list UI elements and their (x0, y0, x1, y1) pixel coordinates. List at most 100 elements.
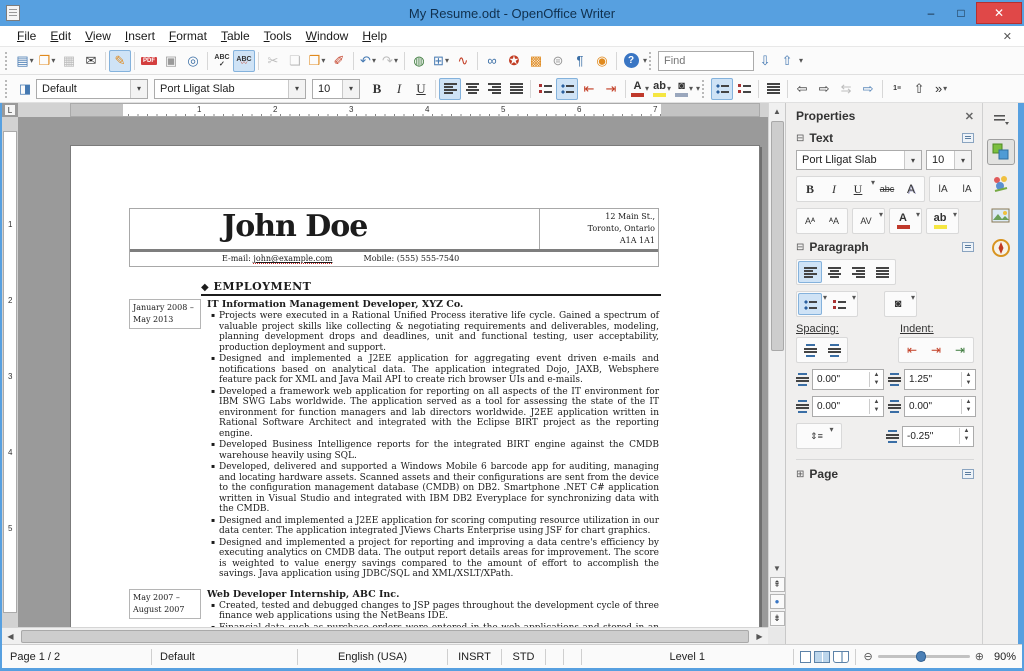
menu-file[interactable]: File (10, 27, 43, 45)
indent-before-field[interactable]: 1.25"▲▼ (904, 369, 976, 390)
paragraph-section-header[interactable]: ⊟ Paragraph (796, 240, 974, 254)
minimize-button[interactable]: – (916, 3, 946, 23)
tab-gallery[interactable] (987, 203, 1015, 229)
find-replace-button[interactable]: ∞ (481, 50, 503, 72)
character-spacing-button[interactable]: AV (854, 210, 878, 232)
collapse-icon[interactable]: ⊟ (796, 242, 804, 253)
sidebar-align-right-button[interactable] (846, 261, 870, 283)
cut-button[interactable]: ✂ (262, 50, 284, 72)
close-button[interactable]: ✕ (976, 2, 1022, 24)
promote-level-button[interactable]: ⇦ (791, 78, 813, 100)
text-dialog-launcher-icon[interactable] (962, 133, 974, 143)
next-page-button[interactable]: ⇟ (770, 611, 785, 626)
navigation-button[interactable]: ● (770, 594, 785, 609)
spelling-button[interactable]: ABC✓ (211, 50, 233, 72)
dropdown-arrow-icon[interactable]: ▾ (911, 293, 915, 315)
dropdown-arrow-icon[interactable]: ▾ (953, 210, 957, 232)
print-button[interactable]: ▣ (160, 50, 182, 72)
menu-window[interactable]: Window (299, 27, 356, 45)
toolbar-overflow-arrow[interactable]: ▾ (696, 84, 700, 93)
menu-format[interactable]: Format (162, 27, 214, 45)
insert-table-button[interactable]: ⊞▾ (430, 50, 452, 72)
toolbar-grip[interactable] (5, 80, 10, 98)
selection-mode-indicator[interactable]: STD (502, 649, 546, 665)
increase-spacing-button[interactable] (798, 339, 822, 361)
zoom-percentage[interactable]: 90% (992, 651, 1022, 663)
help-button[interactable]: ? (620, 50, 642, 72)
demote-subpoints-button[interactable] (762, 78, 784, 100)
copy-button[interactable]: ❏ (284, 50, 306, 72)
undo-button[interactable]: ↶▾ (357, 50, 379, 72)
toolbar-grip[interactable] (5, 52, 10, 70)
justify-button[interactable] (505, 78, 527, 100)
shrink-font-button[interactable]: ᴬA (822, 210, 846, 232)
menu-tools[interactable]: Tools (257, 27, 299, 45)
vertical-scroll-thumb[interactable] (771, 121, 784, 351)
line-spacing-button[interactable]: ⇕≡ (804, 425, 828, 447)
text-section-header[interactable]: ⊟ Text (796, 131, 974, 145)
bullet-list-button[interactable] (556, 78, 578, 100)
move-up-button[interactable]: ⇧ (908, 78, 930, 100)
sidebar-underline-button[interactable]: U (846, 178, 870, 200)
document-modified-indicator[interactable] (546, 649, 564, 665)
switch-indent-button[interactable]: ⇥ (948, 339, 972, 361)
tab-navigator[interactable] (987, 235, 1015, 261)
document-close-icon[interactable]: ✕ (999, 30, 1016, 43)
spinner-arrows[interactable]: ▲▼ (869, 372, 883, 388)
multi-page-view-icon[interactable] (814, 651, 830, 663)
tab-styles[interactable] (987, 171, 1015, 197)
grow-font-button[interactable]: Aᴬ (798, 210, 822, 232)
sidebar-font-name-select[interactable]: Port Lligat Slab▾ (796, 150, 922, 170)
spinner-arrows[interactable]: ▲▼ (961, 372, 975, 388)
demote-with-subpoints-button[interactable]: ⇨ (857, 78, 879, 100)
find-toolbar-overflow-arrow[interactable]: ▾ (799, 56, 803, 65)
sidebar-lowercase-button[interactable]: ǀA (955, 178, 979, 200)
signature-indicator[interactable] (564, 649, 582, 665)
spinner-arrows[interactable]: ▲▼ (869, 399, 883, 415)
bullets-toolbar-overflow[interactable]: »▾ (930, 78, 952, 100)
decrease-indent-button[interactable]: ⇤ (578, 78, 600, 100)
zoom-in-icon[interactable]: ⊕ (975, 650, 984, 663)
autospellcheck-button[interactable]: ABC〰 (233, 50, 255, 72)
redo-button[interactable]: ↷▾ (379, 50, 401, 72)
underline-button[interactable]: U (410, 78, 432, 100)
bullets-on-off-button[interactable] (711, 78, 733, 100)
scroll-up-icon[interactable]: ▲ (769, 103, 786, 119)
sidebar-increase-indent-button[interactable]: ⇥ (924, 339, 948, 361)
paragraph-dialog-launcher-icon[interactable] (962, 242, 974, 252)
find-previous-button[interactable]: ⇧ (776, 50, 798, 72)
spinner-arrows[interactable]: ▲▼ (961, 399, 975, 415)
menu-insert[interactable]: Insert (118, 27, 162, 45)
menu-table[interactable]: Table (214, 27, 257, 45)
horizontal-ruler[interactable]: 1 2 3 4 5 6 7 (18, 103, 785, 117)
demote-level-button[interactable]: ⇨ (813, 78, 835, 100)
drawing-functions-button[interactable]: ∿ (452, 50, 474, 72)
page-style-indicator[interactable]: Default (152, 649, 298, 665)
decrease-spacing-button[interactable] (822, 339, 846, 361)
align-center-button[interactable] (461, 78, 483, 100)
sidebar-menu-button[interactable] (987, 107, 1015, 133)
background-color-button[interactable]: ◙▾ (673, 78, 695, 100)
font-size-select[interactable]: 10▾ (312, 79, 360, 99)
zoom-out-icon[interactable]: ⊖ (864, 650, 873, 663)
previous-page-button[interactable]: ⇞ (770, 577, 785, 592)
insert-mode-indicator[interactable]: INSRT (448, 649, 502, 665)
tab-stop-selector[interactable]: L (4, 104, 16, 116)
numbered-list-button[interactable] (534, 78, 556, 100)
spinner-arrows[interactable]: ▲▼ (959, 428, 973, 444)
save-button[interactable]: ▦ (58, 50, 80, 72)
sidebar-align-center-button[interactable] (822, 261, 846, 283)
vertical-ruler[interactable]: 1 2 3 4 5 (2, 117, 18, 627)
menu-view[interactable]: View (78, 27, 118, 45)
email-link[interactable]: john@example.com (253, 254, 332, 264)
highlighting-button[interactable]: ab▾ (651, 78, 673, 100)
numbering-on-off-button[interactable] (733, 78, 755, 100)
indent-after-field[interactable]: 0.00"▲▼ (904, 396, 976, 417)
scroll-left-icon[interactable]: ◀ (2, 628, 19, 644)
sidebar-decrease-indent-button[interactable]: ⇤ (900, 339, 924, 361)
scroll-right-icon[interactable]: ▶ (751, 628, 768, 644)
navigator-button[interactable]: ✪ (503, 50, 525, 72)
restart-numbering-button[interactable]: 1≡ (886, 78, 908, 100)
page-section-header[interactable]: ⊞ Page (796, 459, 974, 481)
export-pdf-button[interactable]: PDF (138, 50, 160, 72)
